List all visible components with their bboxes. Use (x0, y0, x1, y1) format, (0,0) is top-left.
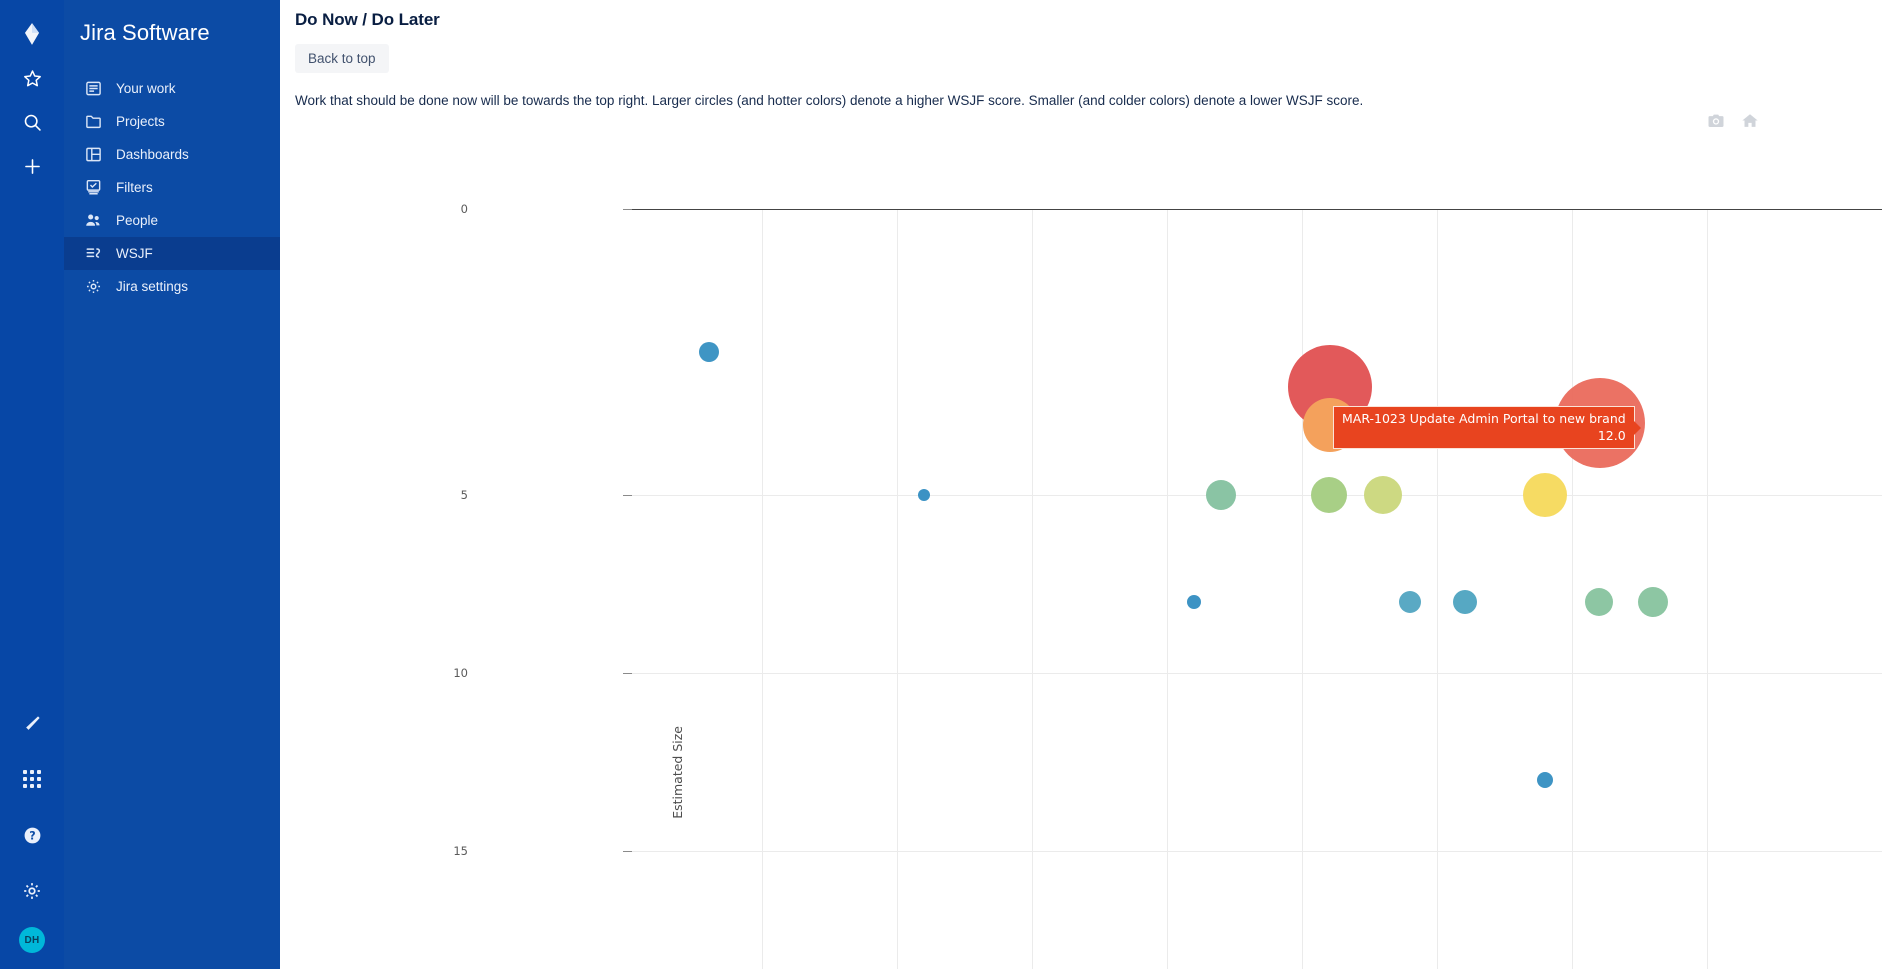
sidebar-item-wsjf[interactable]: WSJF (64, 237, 280, 270)
sidebar-item-label: Projects (116, 114, 165, 129)
wsjf-bubble-chart[interactable]: 0 5 10 15 Estimated Size MAR-1023 Update… (280, 106, 1882, 969)
bubble-point[interactable] (1537, 772, 1553, 788)
x-gridline (1167, 209, 1168, 969)
product-name: Jira Software (80, 20, 210, 45)
bubble-point[interactable] (699, 342, 719, 362)
x-gridline (1707, 209, 1708, 969)
y-tick-mark (623, 209, 632, 210)
people-icon (84, 212, 102, 230)
settings-gear-icon[interactable] (12, 871, 52, 911)
x-gridline (1302, 209, 1303, 969)
y-tick-mark (623, 851, 632, 852)
y-gridline (632, 673, 1882, 674)
y-gridline (632, 851, 1882, 852)
sidebar-item-people[interactable]: People (64, 204, 280, 237)
wsjf-icon (84, 245, 102, 263)
rail-bottom-group: ? DH (0, 703, 64, 953)
sidebar-item-projects[interactable]: Projects (64, 105, 280, 138)
x-gridline (1572, 209, 1573, 969)
jira-logo-icon[interactable] (12, 14, 52, 54)
global-nav-rail: ? DH (0, 0, 64, 969)
bubble-point[interactable] (918, 489, 930, 501)
sidebar-item-jira-settings[interactable]: Jira settings (64, 270, 280, 303)
notifications-icon[interactable] (12, 703, 52, 743)
tooltip-issue-label: MAR-1023 Update Admin Portal to new bran… (1342, 411, 1626, 426)
y-axis-zero-line (632, 209, 1882, 210)
sidebar-item-label: WSJF (116, 246, 153, 261)
star-icon[interactable] (12, 58, 52, 98)
bubble-point[interactable] (1585, 588, 1613, 616)
y-tick-mark (623, 495, 632, 496)
avatar[interactable]: DH (19, 927, 45, 953)
sidebar-item-your-work[interactable]: Your work (64, 72, 280, 105)
sidebar-item-label: People (116, 213, 159, 228)
bubble-point[interactable] (1206, 480, 1236, 510)
sidebar-item-label: Dashboards (116, 147, 189, 162)
plus-icon[interactable] (12, 146, 52, 186)
x-gridline (762, 209, 763, 969)
bubble-point[interactable] (1364, 476, 1402, 514)
bubble-point[interactable] (1187, 595, 1201, 609)
y-tick-label: 15 (453, 844, 468, 858)
plot-canvas[interactable]: 0 5 10 15 Estimated Size MAR-1023 Update… (280, 106, 1882, 969)
search-icon[interactable] (12, 102, 52, 142)
sidebar-item-label: Filters (116, 180, 153, 195)
back-to-top-button[interactable]: Back to top (295, 44, 389, 73)
dashboard-icon (84, 146, 102, 164)
app-root: ? DH Jira Software Your work Projects Da… (0, 0, 1882, 969)
x-gridline (1032, 209, 1033, 969)
filter-icon (84, 179, 102, 197)
bubble-point[interactable] (1399, 591, 1421, 613)
bubble-point[interactable] (1523, 473, 1567, 517)
bubble-point[interactable] (1638, 587, 1668, 617)
svg-text:?: ? (29, 829, 35, 842)
x-gridline (1437, 209, 1438, 969)
y-tick-label: 10 (453, 666, 468, 680)
gear-icon (84, 278, 102, 296)
app-switcher-icon[interactable] (12, 759, 52, 799)
tooltip-value: 12.0 (1597, 428, 1626, 443)
sidebar-item-label: Jira settings (116, 279, 189, 294)
y-tick-mark (623, 673, 632, 674)
folder-icon (84, 113, 102, 131)
bubble-point[interactable] (1453, 590, 1477, 614)
y-axis-title: Estimated Size (670, 726, 685, 819)
page-title: Do Now / Do Later (295, 10, 440, 29)
sidebar-item-dashboards[interactable]: Dashboards (64, 138, 280, 171)
point-tooltip: MAR-1023 Update Admin Portal to new bran… (1333, 406, 1635, 449)
y-tick-label: 0 (460, 202, 468, 216)
y-gridline (632, 495, 1882, 496)
sidebar-item-filters[interactable]: Filters (64, 171, 280, 204)
y-tick-label: 5 (460, 488, 468, 502)
main-content: Do Now / Do Later Back to top Work that … (280, 0, 1882, 969)
your-work-icon (84, 80, 102, 98)
bubble-point[interactable] (1311, 477, 1347, 513)
help-icon[interactable]: ? (12, 815, 52, 855)
sidebar: Jira Software Your work Projects Dashboa… (64, 0, 280, 969)
x-gridline (897, 209, 898, 969)
sidebar-item-label: Your work (116, 81, 176, 96)
